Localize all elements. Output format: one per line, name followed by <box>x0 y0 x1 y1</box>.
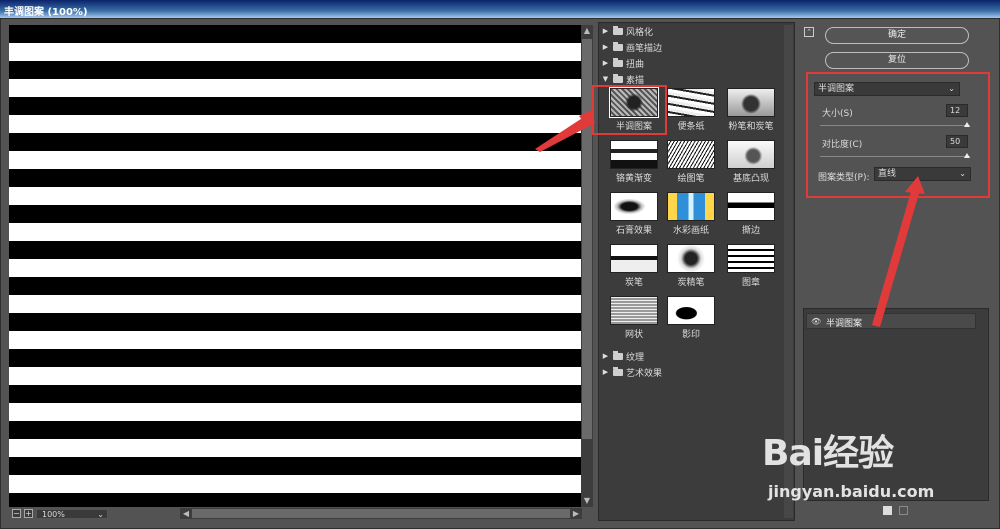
annotation-arrowhead <box>905 176 925 194</box>
watermark-brand: Bai经验 <box>762 433 894 474</box>
watermark-url: jingyan.baidu.com <box>768 482 935 501</box>
annotation-arrow <box>872 188 920 327</box>
baidu-watermark: Bai经验 jingyan.baidu.com <box>762 424 934 501</box>
